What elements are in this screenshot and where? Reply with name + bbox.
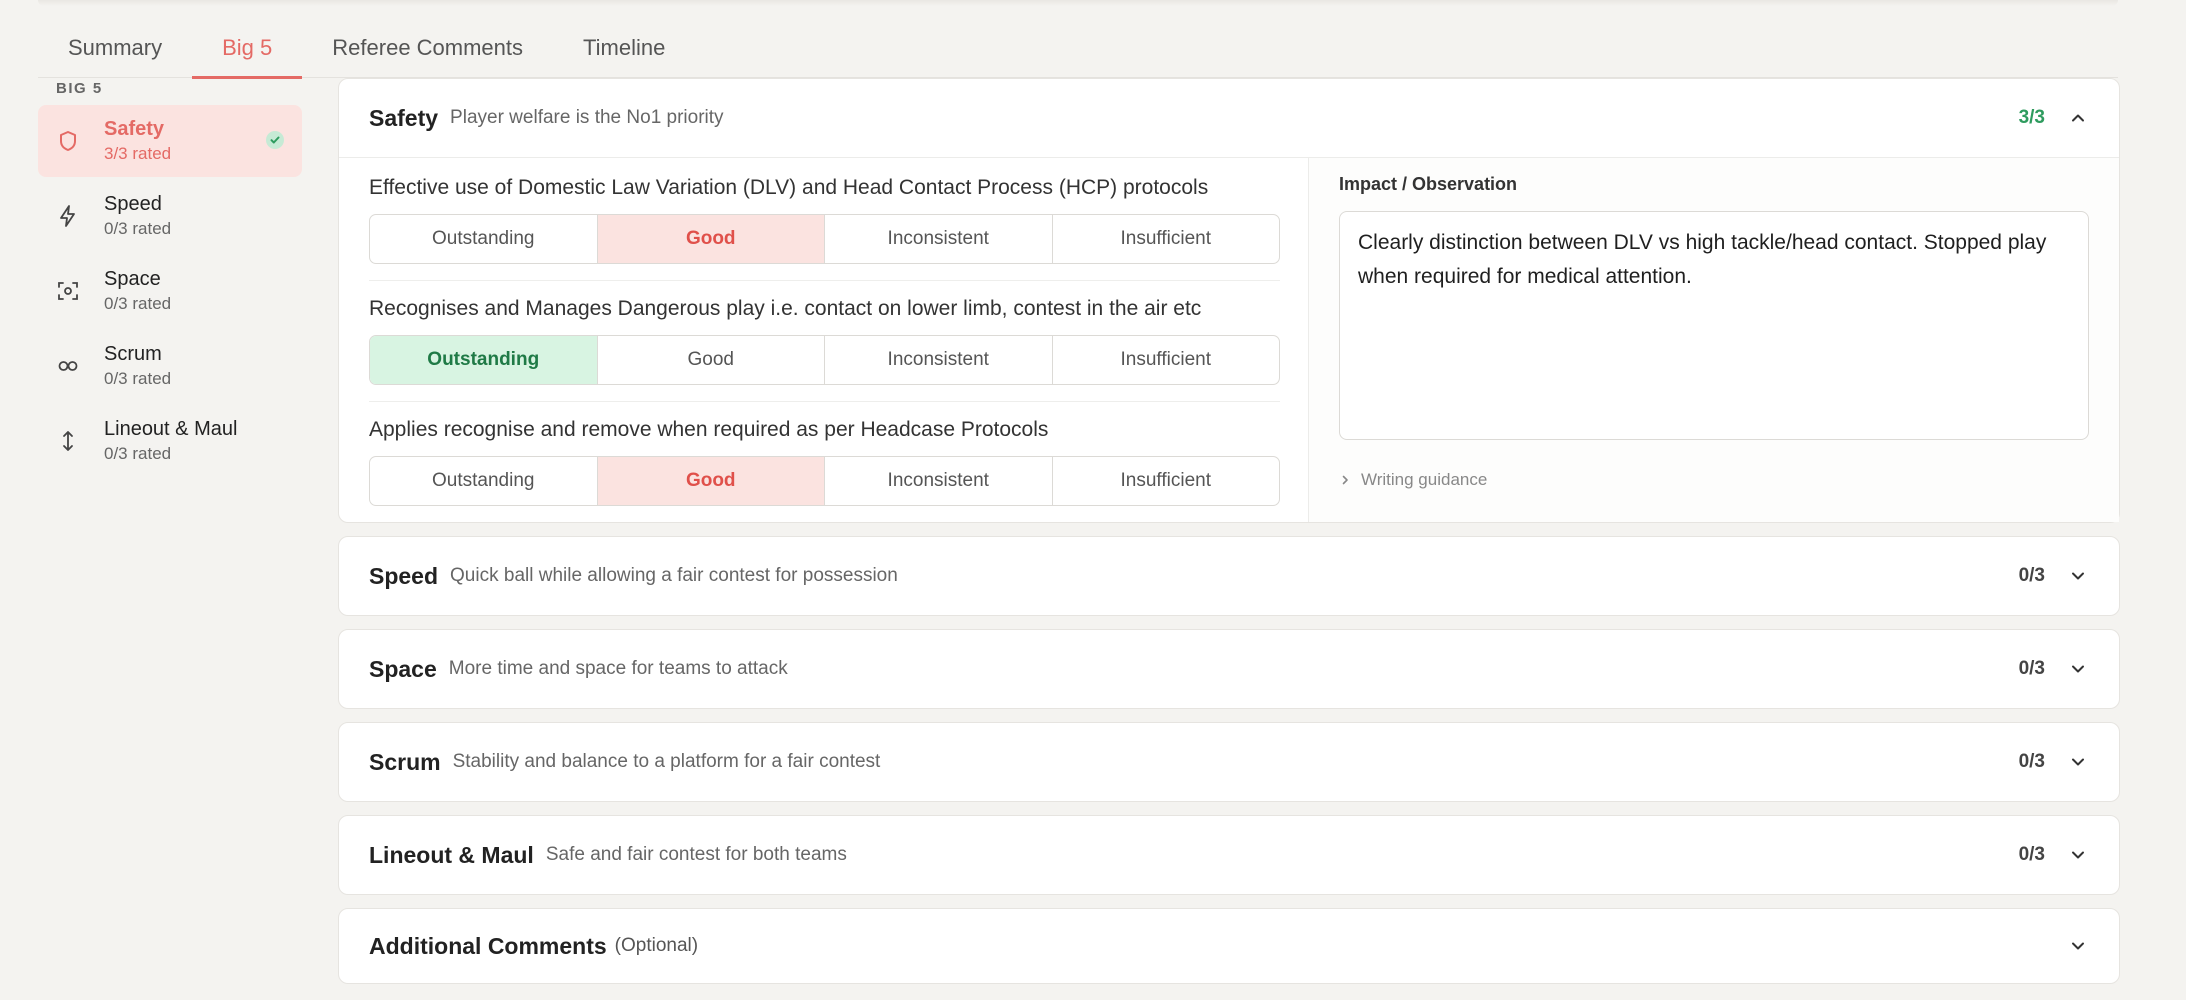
section-additional-comments: Additional Comments (Optional)	[338, 908, 2120, 984]
chevron-right-icon	[1342, 475, 1348, 485]
section-description: Safe and fair contest for both teams	[545, 844, 847, 865]
sidebar-item-lineout-maul[interactable]: Lineout & Maul 0/3 rated	[38, 405, 302, 477]
section-description: Stability and balance to a platform for …	[452, 751, 881, 772]
rating-inconsistent[interactable]: Inconsistent	[825, 336, 1053, 384]
writing-guidance-toggle[interactable]: Writing guidance	[1339, 470, 2089, 490]
section-header-lineout-maul[interactable]: Lineout & Maul Safe and fair contest for…	[339, 816, 2119, 894]
rating-good[interactable]: Good	[597, 215, 825, 263]
criterion-label: Applies recognise and remove when requir…	[369, 418, 1049, 441]
sidebar-item-label: Space	[104, 268, 161, 290]
section-title: Speed	[369, 562, 439, 589]
lightning-icon	[56, 204, 80, 228]
check-icon	[266, 131, 284, 149]
optional-label: (Optional)	[614, 935, 699, 956]
section-title: Additional Comments	[369, 932, 607, 959]
section-header-scrum[interactable]: Scrum Stability and balance to a platfor…	[339, 723, 2119, 801]
sidebar-item-label: Scrum	[104, 343, 162, 365]
rating-group: Outstanding Good Inconsistent Insufficie…	[369, 335, 1280, 385]
tab-referee-comments[interactable]: Referee Comments	[302, 18, 553, 78]
chevron-down-icon[interactable]	[2067, 658, 2089, 680]
chevron-down-icon[interactable]	[2067, 751, 2089, 773]
section-safety: Safety Player welfare is the No1 priorit…	[338, 78, 2120, 523]
sidebar-item-label: Speed	[104, 193, 162, 215]
chevron-up-icon[interactable]	[2067, 107, 2089, 129]
section-header-speed[interactable]: Speed Quick ball while allowing a fair c…	[339, 537, 2119, 615]
section-speed: Speed Quick ball while allowing a fair c…	[338, 536, 2120, 616]
criterion: Effective use of Domestic Law Variation …	[369, 172, 1280, 281]
observation-label: Impact / Observation	[1339, 174, 1518, 194]
sidebar-item-space[interactable]: Space 0/3 rated	[38, 255, 302, 327]
tab-summary[interactable]: Summary	[38, 18, 192, 78]
rating-insufficient[interactable]: Insufficient	[1053, 215, 1280, 263]
rating-inconsistent[interactable]: Inconsistent	[825, 215, 1053, 263]
sidebar-item-speed[interactable]: Speed 0/3 rated	[38, 180, 302, 252]
rating-outstanding[interactable]: Outstanding	[370, 215, 598, 263]
section-lineout-maul: Lineout & Maul Safe and fair contest for…	[338, 815, 2120, 895]
section-score: 0/3	[2018, 658, 2045, 679]
rating-insufficient[interactable]: Insufficient	[1053, 457, 1280, 505]
section-score: 0/3	[2018, 844, 2045, 865]
rating-inconsistent[interactable]: Inconsistent	[825, 457, 1053, 505]
shield-icon	[56, 129, 80, 153]
section-title: Lineout & Maul	[369, 841, 534, 868]
criteria-list: Effective use of Domestic Law Variation …	[339, 158, 1308, 522]
sidebar-heading: BIG 5	[56, 80, 103, 97]
section-score: 0/3	[2018, 751, 2045, 772]
sidebar-item-count: 0/3 rated	[104, 369, 172, 388]
rating-good[interactable]: Good	[597, 457, 825, 505]
criterion-label: Recognises and Manages Dangerous play i.…	[369, 297, 1202, 320]
infinity-icon	[56, 354, 80, 378]
section-space: Space More time and space for teams to a…	[338, 629, 2120, 709]
section-body-safety: Effective use of Domestic Law Variation …	[339, 157, 2119, 522]
rating-outstanding[interactable]: Outstanding	[370, 457, 598, 505]
section-description: Player welfare is the No1 priority	[450, 107, 724, 128]
section-score: 0/3	[2018, 565, 2045, 586]
sidebar: BIG 5 Safety 3/3 rated Speed 0/3 rated S…	[38, 78, 302, 480]
section-description: Quick ball while allowing a fair contest…	[450, 565, 898, 586]
section-score: 3/3	[2018, 107, 2045, 128]
tab-bar: Summary Big 5 Referee Comments Timeline	[38, 18, 2118, 79]
sidebar-item-safety[interactable]: Safety 3/3 rated	[38, 105, 302, 177]
rating-group: Outstanding Good Inconsistent Insufficie…	[369, 214, 1280, 264]
chevron-down-icon[interactable]	[2067, 935, 2089, 957]
focus-icon	[56, 279, 80, 303]
criterion: Applies recognise and remove when requir…	[369, 414, 1280, 508]
criterion-label: Effective use of Domestic Law Variation …	[369, 176, 1209, 199]
section-title: Safety	[369, 104, 439, 131]
top-shadow	[38, 0, 2118, 6]
tab-timeline[interactable]: Timeline	[553, 18, 695, 78]
main-content: Safety Player welfare is the No1 priorit…	[338, 78, 2120, 997]
section-description: More time and space for teams to attack	[448, 658, 788, 679]
vertical-arrows-icon	[56, 429, 80, 453]
sidebar-item-label: Lineout & Maul	[104, 418, 238, 440]
section-header-additional-comments[interactable]: Additional Comments (Optional)	[339, 909, 2119, 983]
sidebar-item-count: 3/3 rated	[104, 144, 172, 163]
section-title: Space	[369, 655, 437, 682]
sidebar-item-label: Safety	[104, 118, 165, 140]
section-header-space[interactable]: Space More time and space for teams to a…	[339, 630, 2119, 708]
rating-group: Outstanding Good Inconsistent Insufficie…	[369, 456, 1280, 506]
section-title: Scrum	[369, 748, 441, 775]
chevron-down-icon[interactable]	[2067, 565, 2089, 587]
observation-panel: Impact / Observation Clearly distinction…	[1308, 158, 2119, 522]
sidebar-item-count: 0/3 rated	[104, 294, 172, 313]
observation-textarea[interactable]: Clearly distinction between DLV vs high …	[1339, 211, 2089, 440]
rating-good[interactable]: Good	[598, 336, 825, 384]
criterion: Recognises and Manages Dangerous play i.…	[369, 293, 1280, 402]
section-header-safety[interactable]: Safety Player welfare is the No1 priorit…	[339, 79, 2119, 157]
sidebar-item-count: 0/3 rated	[104, 444, 172, 463]
writing-guidance-label: Writing guidance	[1361, 470, 1488, 489]
sidebar-item-count: 0/3 rated	[104, 219, 172, 238]
sidebar-item-scrum[interactable]: Scrum 0/3 rated	[38, 330, 302, 402]
rating-insufficient[interactable]: Insufficient	[1053, 336, 1280, 384]
section-scrum: Scrum Stability and balance to a platfor…	[338, 722, 2120, 802]
rating-outstanding[interactable]: Outstanding	[370, 336, 598, 384]
tab-big-5[interactable]: Big 5	[192, 18, 303, 79]
chevron-down-icon[interactable]	[2067, 844, 2089, 866]
